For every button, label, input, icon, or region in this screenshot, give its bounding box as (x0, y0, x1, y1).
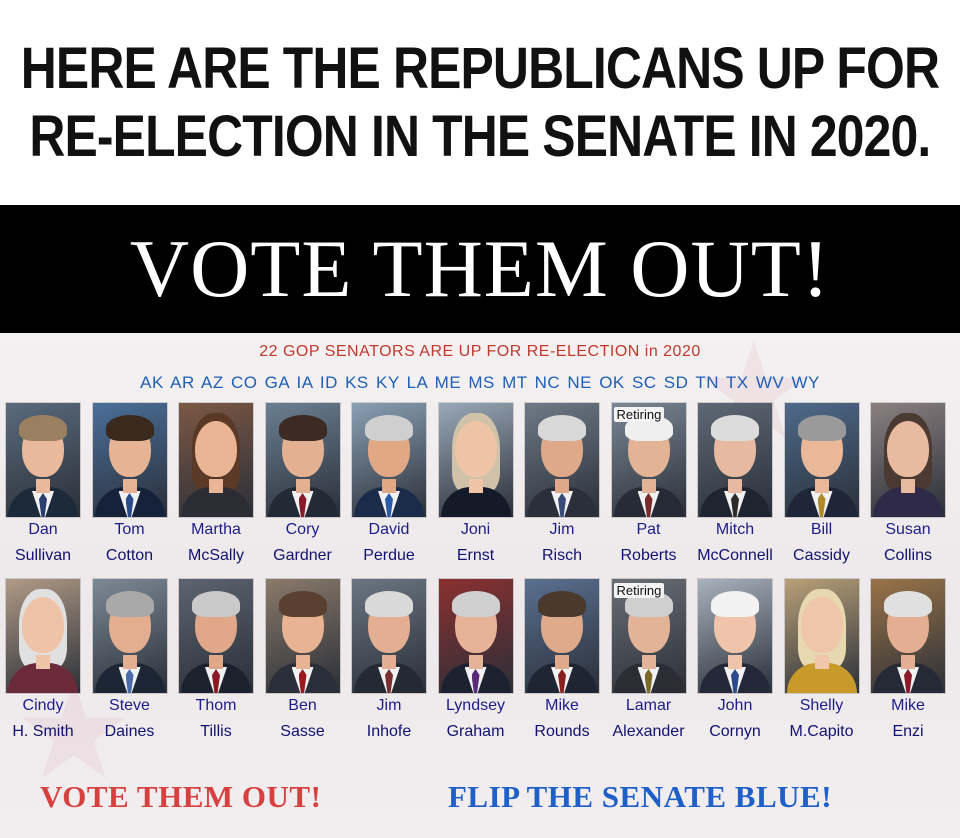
senator-photo (438, 579, 513, 693)
headline: HERE ARE THE REPUBLICANS UP FOR RE-ELECT… (0, 0, 960, 205)
senator-photo (265, 579, 340, 693)
senator-photo (352, 579, 426, 693)
senators-panel: ★ ★ 22 GOP SENATORS ARE UP FOR RE-ELECTI… (0, 333, 960, 838)
flip-senate-tagline: FLIP THE SENATE BLUE! (448, 779, 833, 814)
senator-photo (92, 579, 167, 693)
senator-last-name: Enzi (892, 723, 924, 740)
retiring-label: Retiring (613, 583, 665, 598)
vote-banner-text: VOTE THEM OUT! (129, 223, 831, 314)
senator-photo (438, 403, 513, 517)
senator-photo (525, 403, 599, 517)
senator-photo (179, 579, 253, 693)
senator-last-name: Collins (883, 547, 932, 564)
panel-subtitle: 22 GOP SENATORS ARE UP FOR RE-ELECTION i… (259, 343, 701, 360)
vote-banner: VOTE THEM OUT! (0, 205, 960, 333)
senator-photo: Retiring (611, 403, 686, 517)
senator-first-name: Mike (891, 697, 925, 714)
senator-row-1: Dan Sullivan Tom Cotton Martha McSally Cory Gar… (0, 403, 960, 573)
headline-line-2: RE-ELECTION IN THE SENATE IN 2020. (29, 103, 931, 169)
senator-photo (265, 403, 340, 517)
senator-photo (6, 579, 80, 693)
senator-photo (92, 403, 167, 517)
senator-photo (698, 579, 772, 693)
senator-photo (784, 579, 859, 693)
senator-first-name: Susan (885, 521, 931, 538)
senator-row-2: Cindy H. Smith Steve Daines Thom Tillis Ben Sas… (0, 579, 960, 749)
senator-photo (871, 579, 945, 693)
retiring-label: Retiring (613, 407, 665, 422)
senator-photo (871, 403, 945, 517)
state-list: AK AR AZ CO GA IA ID KS KY LA ME MS MT N… (140, 373, 820, 392)
senator-photo (352, 403, 426, 517)
vote-them-out-tagline: VOTE THEM OUT! (40, 779, 322, 814)
senator-photo (698, 403, 772, 517)
senator-photo: Retiring (611, 579, 686, 693)
headline-line-1: HERE ARE THE REPUBLICANS UP FOR (20, 35, 940, 101)
senator-photo (6, 403, 80, 517)
senator-photo (784, 403, 859, 517)
senator-photo (525, 579, 599, 693)
senator-photo (179, 403, 253, 517)
